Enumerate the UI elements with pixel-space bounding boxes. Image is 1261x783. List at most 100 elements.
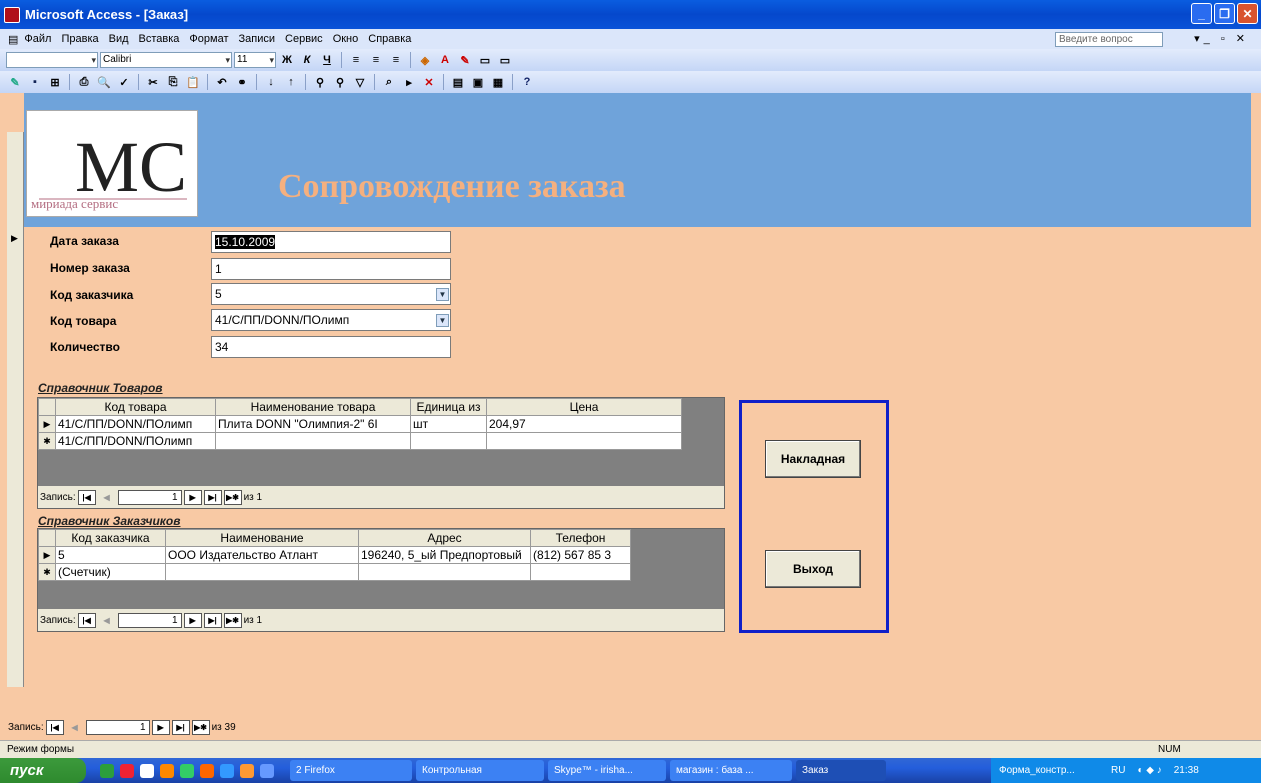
row-selector[interactable]: ▶: [38, 546, 56, 564]
record-selector[interactable]: [7, 132, 24, 687]
view-icon[interactable]: ✎: [6, 74, 24, 90]
quicklaunch-icon[interactable]: [260, 763, 274, 778]
table-cell[interactable]: шт: [410, 415, 487, 433]
quicklaunch-icon[interactable]: [220, 763, 234, 778]
column-header[interactable]: Код заказчика: [55, 529, 166, 547]
line-color-icon[interactable]: ✎: [456, 52, 474, 68]
menu-edit[interactable]: Правка: [61, 33, 98, 45]
find-icon[interactable]: ⌕: [380, 74, 398, 90]
task-order-form[interactable]: Заказ: [796, 760, 886, 781]
menu-help[interactable]: Справка: [368, 33, 411, 45]
column-header[interactable]: Наименование: [165, 529, 359, 547]
table-cell[interactable]: [215, 432, 411, 450]
access-app-icon[interactable]: [4, 6, 20, 23]
chevron-down-icon[interactable]: ▼: [436, 314, 449, 327]
font-color-icon[interactable]: A: [436, 52, 454, 68]
next-record-button[interactable]: ▶: [183, 489, 202, 505]
table-row[interactable]: ✱ 41/С/ПП/DONN/ПОлимп: [38, 432, 682, 450]
minimize-button[interactable]: _: [1191, 3, 1212, 24]
align-left-icon[interactable]: ≡: [347, 52, 365, 68]
table-cell[interactable]: 41/С/ПП/DONN/ПОлимп: [55, 432, 216, 450]
tray-icons[interactable]: ◐ ◆ ♪: [1137, 765, 1161, 776]
paste-icon[interactable]: 📋: [184, 74, 202, 90]
new-record-button[interactable]: ▶✱: [191, 720, 210, 735]
new-record-icon[interactable]: ▸: [400, 74, 418, 90]
prev-record-button[interactable]: ◀: [98, 613, 116, 628]
new-object-icon[interactable]: ▦: [489, 74, 507, 90]
prev-record-button[interactable]: ◀: [66, 720, 84, 735]
column-header[interactable]: Единица из: [410, 398, 487, 416]
order-number-field[interactable]: 1: [211, 258, 451, 280]
record-number-input[interactable]: 1: [117, 612, 182, 628]
fill-color-icon[interactable]: ◈: [416, 52, 434, 68]
table-cell[interactable]: (812) 567 85 3: [530, 546, 631, 564]
quicklaunch-icon[interactable]: [140, 763, 154, 778]
column-header[interactable]: Цена: [486, 398, 682, 416]
row-selector[interactable]: ✱: [38, 432, 56, 450]
search-file-icon[interactable]: ⊞: [46, 74, 64, 90]
size-select[interactable]: 11: [234, 52, 276, 68]
quicklaunch-icon[interactable]: [180, 763, 194, 778]
last-record-button[interactable]: ▶|: [171, 720, 190, 735]
align-center-icon[interactable]: ≡: [367, 52, 385, 68]
start-button[interactable]: пуск: [0, 758, 86, 783]
column-header[interactable]: Код товара: [55, 398, 216, 416]
last-record-button[interactable]: ▶|: [203, 489, 222, 505]
task-skype[interactable]: Skype™ - irisha...: [548, 760, 666, 781]
save-icon[interactable]: ▪: [26, 74, 44, 90]
table-cell[interactable]: ООО Издательство Атлант: [165, 546, 359, 564]
apply-filter-icon[interactable]: ▽: [351, 74, 369, 90]
quicklaunch-icon[interactable]: [160, 763, 174, 778]
first-record-button[interactable]: |◀: [77, 489, 96, 505]
table-row[interactable]: ✱ (Счетчик): [38, 563, 631, 581]
table-cell[interactable]: 204,97: [486, 415, 682, 433]
align-right-icon[interactable]: ≡: [387, 52, 405, 68]
menu-records[interactable]: Записи: [239, 33, 276, 45]
table-cell[interactable]: [165, 563, 359, 581]
menu-tools[interactable]: Сервис: [285, 33, 323, 45]
cut-icon[interactable]: ✂: [144, 74, 162, 90]
table-cell[interactable]: 5: [55, 546, 166, 564]
properties-icon[interactable]: ▤: [449, 74, 467, 90]
customer-code-combo[interactable]: 5 ▼: [211, 283, 451, 305]
font-select[interactable]: Calibri: [100, 52, 232, 68]
task-form-designer[interactable]: Форма_констр...: [999, 765, 1099, 776]
record-number-input[interactable]: 1: [117, 489, 182, 505]
hyperlink-icon[interactable]: ⚭: [233, 74, 251, 90]
spelling-icon[interactable]: ✓: [115, 74, 133, 90]
quicklaunch-icon[interactable]: [200, 763, 214, 778]
database-window-icon[interactable]: ▣: [469, 74, 487, 90]
invoice-button[interactable]: Накладная: [765, 440, 861, 478]
table-cell[interactable]: 41/С/ПП/DONN/ПОлимп: [55, 415, 216, 433]
menu-insert[interactable]: Вставка: [139, 33, 180, 45]
prev-record-button[interactable]: ◀: [98, 490, 116, 505]
bold-icon[interactable]: Ж: [278, 52, 296, 68]
column-header[interactable]: Телефон: [530, 529, 631, 547]
first-record-button[interactable]: |◀: [77, 612, 96, 628]
preview-icon[interactable]: 🔍: [95, 74, 113, 90]
next-record-button[interactable]: ▶: [151, 720, 170, 735]
first-record-button[interactable]: |◀: [45, 720, 64, 735]
menu-format[interactable]: Формат: [189, 33, 228, 45]
undo-icon[interactable]: ↶: [213, 74, 231, 90]
table-cell[interactable]: [530, 563, 631, 581]
menu-view[interactable]: Вид: [109, 33, 129, 45]
border-icon[interactable]: ▭: [476, 52, 494, 68]
task-database[interactable]: магазин : база ...: [670, 760, 792, 781]
row-selector[interactable]: ✱: [38, 563, 56, 581]
exit-button[interactable]: Выход: [765, 550, 861, 588]
chevron-down-icon[interactable]: ▼: [436, 288, 449, 301]
underline-icon[interactable]: Ч: [318, 52, 336, 68]
table-row[interactable]: ▶ 5 ООО Издательство Атлант 196240, 5_ый…: [38, 546, 631, 564]
table-cell[interactable]: 196240, 5_ый Предпортовый: [358, 546, 531, 564]
new-record-button[interactable]: ▶✱: [223, 489, 242, 505]
quicklaunch-icon[interactable]: [120, 763, 134, 778]
delete-record-icon[interactable]: ✕: [420, 74, 438, 90]
product-code-combo[interactable]: 41/С/ПП/DONN/ПОлимп ▼: [211, 309, 451, 331]
task-folder[interactable]: Контрольная: [416, 760, 544, 781]
select-all-cell[interactable]: [38, 529, 56, 547]
table-cell[interactable]: (Счетчик): [55, 563, 166, 581]
sort-asc-icon[interactable]: ↓: [262, 74, 280, 90]
filter-selection-icon[interactable]: ⚲: [311, 74, 329, 90]
column-header[interactable]: Адрес: [358, 529, 531, 547]
